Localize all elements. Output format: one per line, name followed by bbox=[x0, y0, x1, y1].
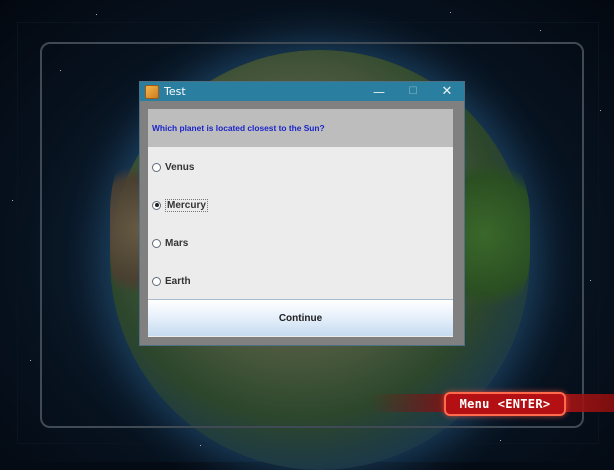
minimize-icon[interactable]: — bbox=[362, 85, 396, 99]
dialog-titlebar[interactable]: Test — ☐ ✕ bbox=[140, 82, 464, 101]
menu-key-hint: <ENTER> bbox=[497, 397, 551, 411]
star bbox=[60, 70, 61, 71]
maximize-icon[interactable]: ☐ bbox=[396, 86, 430, 97]
star bbox=[590, 280, 591, 281]
option-label: Venus bbox=[165, 161, 195, 173]
menu-label: Menu bbox=[459, 397, 490, 411]
option-mercury[interactable]: Mercury bbox=[152, 196, 208, 214]
continue-label: Continue bbox=[278, 312, 323, 324]
question-text: Which planet is located closest to the S… bbox=[152, 123, 325, 133]
radio-button[interactable] bbox=[152, 238, 161, 248]
option-label: Earth bbox=[165, 275, 191, 287]
menu-button[interactable]: Menu <ENTER> bbox=[444, 392, 566, 416]
star bbox=[500, 440, 501, 441]
star bbox=[96, 14, 97, 15]
star bbox=[540, 30, 541, 31]
radio-button[interactable] bbox=[152, 276, 161, 286]
quiz-dialog: Test — ☐ ✕ Which planet is located close… bbox=[139, 81, 465, 346]
star bbox=[600, 110, 601, 111]
dialog-content: Which planet is located closest to the S… bbox=[148, 109, 453, 337]
star bbox=[30, 360, 31, 361]
close-icon[interactable]: ✕ bbox=[430, 84, 464, 99]
star bbox=[200, 445, 201, 446]
question-bar: Which planet is located closest to the S… bbox=[148, 109, 453, 147]
dialog-title: Test bbox=[164, 85, 186, 98]
option-mars[interactable]: Mars bbox=[152, 234, 188, 252]
radio-button[interactable] bbox=[152, 162, 161, 172]
option-venus[interactable]: Venus bbox=[152, 158, 194, 176]
radio-button-selected[interactable] bbox=[152, 200, 161, 210]
star bbox=[12, 200, 13, 201]
option-earth[interactable]: Earth bbox=[152, 272, 191, 290]
option-label: Mars bbox=[165, 237, 189, 249]
star bbox=[450, 12, 451, 13]
option-label: Mercury bbox=[165, 198, 208, 212]
java-cup-icon bbox=[145, 84, 159, 99]
continue-button[interactable]: Continue bbox=[148, 299, 453, 336]
